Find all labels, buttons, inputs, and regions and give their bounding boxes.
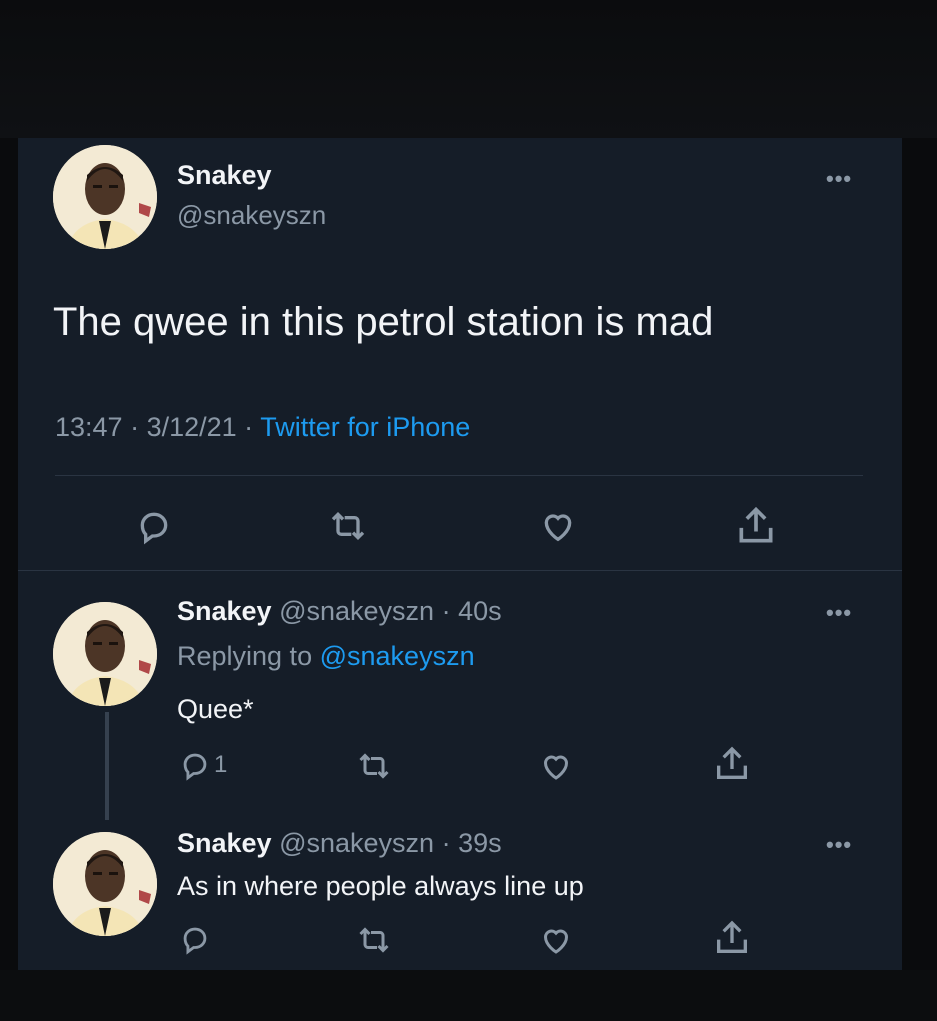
share-button[interactable] (734, 504, 778, 548)
reply-age: 39s (458, 828, 502, 858)
like-icon (543, 755, 569, 780)
reply-author-name[interactable]: Snakey (177, 596, 272, 626)
share-button[interactable] (712, 918, 752, 958)
reply-header: Snakey @snakeyszn · 39s (177, 828, 502, 859)
reply-text: As in where people always line up (177, 871, 584, 901)
reply-button[interactable] (178, 922, 212, 956)
share-icon (717, 920, 747, 953)
divider (55, 475, 863, 476)
share-icon (739, 506, 773, 543)
more-icon[interactable]: ••• (826, 600, 852, 626)
avatar[interactable] (53, 832, 157, 936)
divider (18, 570, 902, 571)
avatar[interactable] (53, 602, 157, 706)
reply-icon (140, 512, 168, 545)
like-button[interactable] (537, 748, 575, 784)
retweet-icon (331, 511, 365, 541)
author-name[interactable]: Snakey (177, 160, 272, 191)
bottom-dark-band (0, 970, 937, 1021)
thread-connector-line (105, 712, 109, 820)
retweet-button[interactable] (356, 748, 392, 784)
tweet-date: 3/12/21 (146, 412, 237, 442)
retweet-button[interactable] (356, 922, 392, 958)
share-icon (717, 746, 747, 779)
avatar[interactable] (53, 145, 157, 249)
share-button[interactable] (712, 744, 752, 784)
tweet-meta: 13:47 · 3/12/21 · Twitter for iPhone (55, 412, 470, 443)
retweet-button[interactable] (328, 506, 368, 546)
reply-text: Quee* (177, 694, 254, 724)
meta-separator: · (122, 412, 147, 442)
reply-header: Snakey @snakeyszn · 40s (177, 596, 502, 627)
more-icon[interactable]: ••• (826, 832, 852, 858)
reply-icon (183, 753, 207, 781)
retweet-icon (359, 753, 389, 779)
reply-button[interactable]: 1 (178, 748, 227, 782)
like-button[interactable] (537, 922, 575, 958)
like-icon (544, 514, 572, 542)
reply-button[interactable] (134, 506, 174, 546)
meta-separator: · (434, 596, 459, 626)
like-button[interactable] (537, 506, 579, 546)
reply-author-handle[interactable]: @snakeyszn (279, 596, 434, 626)
tweet-source-link[interactable]: Twitter for iPhone (260, 412, 470, 442)
reply-age: 40s (458, 596, 502, 626)
meta-separator: · (434, 828, 459, 858)
reply-icon (183, 927, 207, 955)
tweet-thread-card: Snakey @snakeyszn ••• The qwee in this p… (18, 138, 902, 970)
top-dark-band (0, 0, 937, 138)
tweet-text: The qwee in this petrol station is mad (53, 300, 714, 344)
more-icon[interactable]: ••• (826, 166, 852, 192)
replying-mention-link[interactable]: @snakeyszn (320, 641, 475, 671)
like-icon (543, 929, 569, 954)
tweet-time: 13:47 (55, 412, 123, 442)
author-handle[interactable]: @snakeyszn (177, 200, 326, 231)
reply-count: 1 (214, 751, 228, 778)
replying-to: Replying to @snakeyszn (177, 641, 475, 672)
reply-author-name[interactable]: Snakey (177, 828, 272, 858)
reply-author-handle[interactable]: @snakeyszn (279, 828, 434, 858)
replying-label: Replying to (177, 641, 313, 671)
retweet-icon (359, 927, 389, 953)
meta-separator: · (236, 412, 261, 442)
